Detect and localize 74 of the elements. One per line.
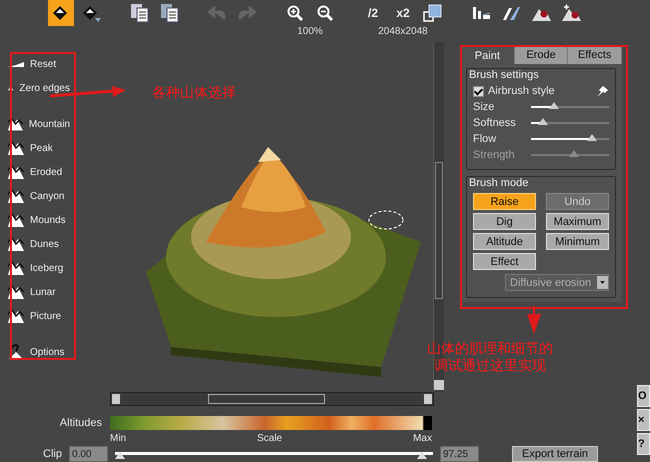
mountain-brush-icon xyxy=(560,3,582,23)
export-terrain-button[interactable]: Export terrain xyxy=(512,446,598,462)
side-button[interactable]: O xyxy=(637,385,650,407)
slider-thumb[interactable] xyxy=(586,134,597,141)
question-mountain-icon xyxy=(8,344,24,360)
tab[interactable]: Erode xyxy=(514,46,568,64)
mountain-icon xyxy=(8,309,24,323)
halve-resolution-button[interactable]: /2 xyxy=(360,0,386,26)
brush-mode-button[interactable]: Maximum xyxy=(546,213,609,230)
mountain-icon xyxy=(8,213,24,227)
redo-icon xyxy=(238,6,256,20)
scrollbar-thumb[interactable] xyxy=(208,394,325,404)
mountain-icon xyxy=(8,261,24,275)
clip-label: Clip xyxy=(42,448,62,460)
checkbox-label: Airbrush style xyxy=(488,85,555,97)
zoom-in-icon xyxy=(287,5,303,21)
terrain-preset-item[interactable]: Canyon xyxy=(0,184,76,208)
group-title: Brush settings xyxy=(469,69,540,81)
mountain-icon xyxy=(8,189,24,203)
brush-mode-button[interactable]: Dig xyxy=(473,213,536,230)
slider-thumb[interactable] xyxy=(549,102,560,109)
options-item[interactable]: Options xyxy=(0,340,76,364)
terrain-preset-item[interactable]: Picture xyxy=(0,304,76,328)
documents-icon xyxy=(129,2,149,24)
pin-icon[interactable] xyxy=(595,84,609,98)
resolution-text: 2048x2048 xyxy=(378,26,428,37)
undo-icon xyxy=(208,6,226,20)
scale-min-label: Min xyxy=(110,433,126,444)
mountain-icon xyxy=(8,237,24,251)
slider-label: Flow xyxy=(473,133,498,145)
scale-label: Scale xyxy=(257,433,282,444)
brush-mode-button[interactable]: Raise xyxy=(473,193,536,210)
scrollbar-thumb[interactable] xyxy=(435,162,443,299)
side-button[interactable]: × xyxy=(637,409,650,431)
zoom-level-text: 100% xyxy=(297,26,323,37)
terrain-preset-item[interactable]: Dunes xyxy=(0,232,76,256)
slider-label: Strength xyxy=(473,149,516,161)
scale-max-label: Max xyxy=(413,433,432,444)
squares-icon xyxy=(423,3,443,23)
terrain-mode-button[interactable] xyxy=(48,0,74,26)
mountain-icon xyxy=(8,165,24,179)
brush-mode-button[interactable]: Altitude xyxy=(473,233,536,250)
terrain-preset-item[interactable]: Mountain xyxy=(0,112,76,136)
documents-icon xyxy=(159,2,179,24)
terrain-preset-item[interactable]: Peak xyxy=(0,136,76,160)
brush-mode-button[interactable]: Minimum xyxy=(546,233,609,250)
terrain-preset-item[interactable]: Mounds xyxy=(0,208,76,232)
terrain-dropdown-icon xyxy=(81,3,101,23)
clip-max-field[interactable]: 97.25 xyxy=(440,446,479,462)
slider-label: Softness xyxy=(473,117,517,129)
double-resolution-button[interactable]: x2 xyxy=(390,0,416,26)
mountain-icon xyxy=(8,285,24,299)
brush-mode-button[interactable]: Effect xyxy=(473,253,536,270)
altitudes-label: Altitudes xyxy=(58,417,102,429)
horizontal-scrollbar[interactable] xyxy=(110,392,434,406)
terrain-preset-item[interactable]: Reset xyxy=(0,52,76,76)
tab[interactable]: Paint xyxy=(460,46,515,64)
terrain-preset-item[interactable]: Zero edges xyxy=(0,76,76,100)
annotation-text: 山体的肌理和细节的调试通过这里实现 xyxy=(426,340,554,374)
side-button[interactable]: ? xyxy=(637,433,650,455)
group-title: Brush mode xyxy=(469,177,530,189)
terrain-preset-item[interactable]: Lunar xyxy=(0,280,76,304)
terrain-preset-item[interactable]: Eroded xyxy=(0,160,76,184)
checkbox[interactable] xyxy=(473,86,484,96)
annotation-text: 各种山体选择 xyxy=(152,84,236,101)
mountain-icon xyxy=(8,117,23,131)
annotation-arrow xyxy=(526,306,542,334)
mountain-icon xyxy=(8,141,24,155)
tab[interactable]: Effects xyxy=(568,46,622,64)
zoom-out-icon xyxy=(317,5,333,21)
terrain-preset-item[interactable]: Iceberg xyxy=(0,256,76,280)
clip-min-field[interactable]: 0.00 xyxy=(69,446,108,462)
slider-thumb[interactable] xyxy=(538,118,548,125)
slider-label: Size xyxy=(473,101,496,113)
